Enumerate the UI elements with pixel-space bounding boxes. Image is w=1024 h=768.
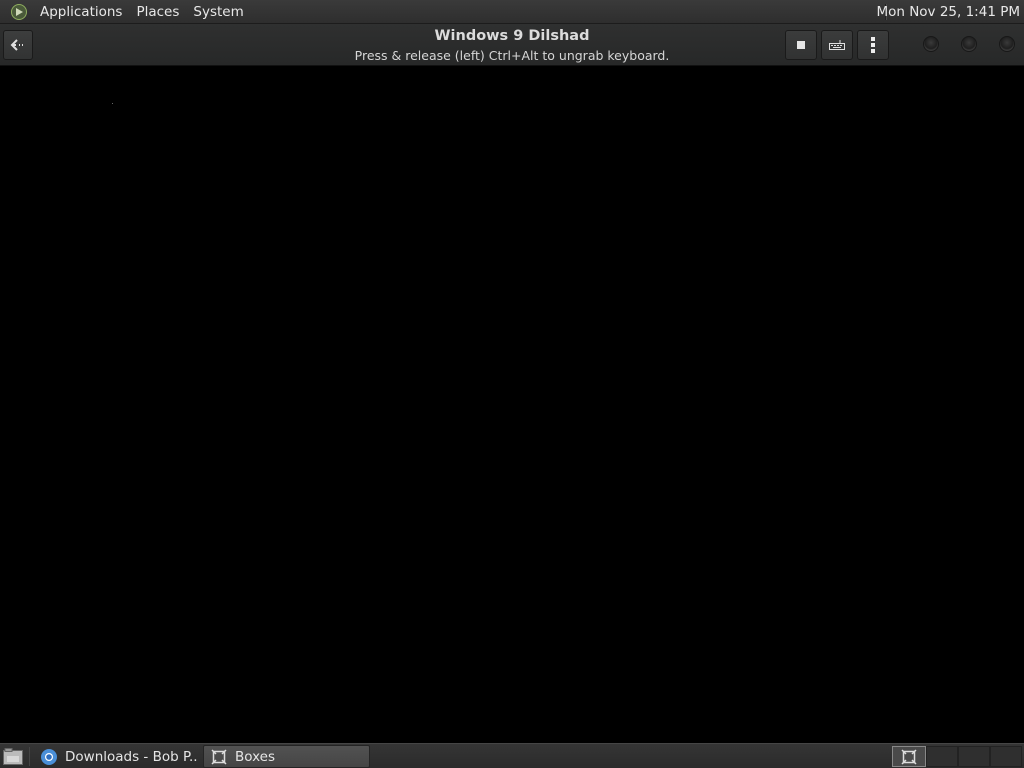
taskbar-separator	[29, 747, 30, 766]
menu-kebab-icon	[871, 37, 875, 53]
task-boxes[interactable]: Boxes	[203, 745, 370, 768]
back-button[interactable]	[3, 30, 33, 60]
top-panel: Applications Places System Mon Nov 25, 1…	[0, 0, 1024, 24]
menu-places[interactable]: Places	[129, 0, 186, 24]
page-title: Windows 9 Dilshad	[434, 28, 590, 44]
distro-logo-icon[interactable]	[9, 2, 29, 22]
clock[interactable]: Mon Nov 25, 1:41 PM	[876, 0, 1020, 24]
vm-cursor-dot	[112, 103, 113, 104]
menu-applications[interactable]: Applications	[33, 0, 129, 24]
task-label: Downloads - Bob P...	[65, 748, 198, 765]
boxes-icon	[210, 748, 228, 766]
task-label: Boxes	[235, 748, 276, 765]
back-arrow-icon	[10, 39, 23, 51]
bottom-panel: Downloads - Bob P... Boxes	[0, 743, 1024, 768]
boxes-header-bar: Windows 9 Dilshad Press & release (left)…	[0, 24, 1024, 66]
show-desktop-button[interactable]	[2, 747, 24, 766]
stop-button[interactable]	[785, 30, 817, 60]
workspace-2[interactable]	[926, 746, 958, 767]
workspace-4[interactable]	[990, 746, 1022, 767]
task-downloads[interactable]: Downloads - Bob P...	[34, 745, 198, 768]
stop-icon	[797, 41, 805, 49]
show-desktop-icon	[3, 748, 23, 765]
boxes-icon	[901, 748, 917, 765]
keyboard-button[interactable]	[821, 30, 853, 60]
title-block: Windows 9 Dilshad Press & release (left)…	[300, 24, 724, 66]
workspace-3[interactable]	[958, 746, 990, 767]
minimize-button[interactable]	[923, 36, 939, 52]
workspace-1[interactable]	[892, 746, 926, 767]
ungrab-hint: Press & release (left) Ctrl+Alt to ungra…	[354, 48, 670, 63]
vm-display[interactable]	[0, 67, 1024, 743]
chromium-icon	[40, 748, 58, 766]
menu-button[interactable]	[857, 30, 889, 60]
keyboard-icon	[829, 40, 845, 50]
close-button[interactable]	[999, 36, 1015, 52]
menu-system[interactable]: System	[186, 0, 250, 24]
maximize-button[interactable]	[961, 36, 977, 52]
